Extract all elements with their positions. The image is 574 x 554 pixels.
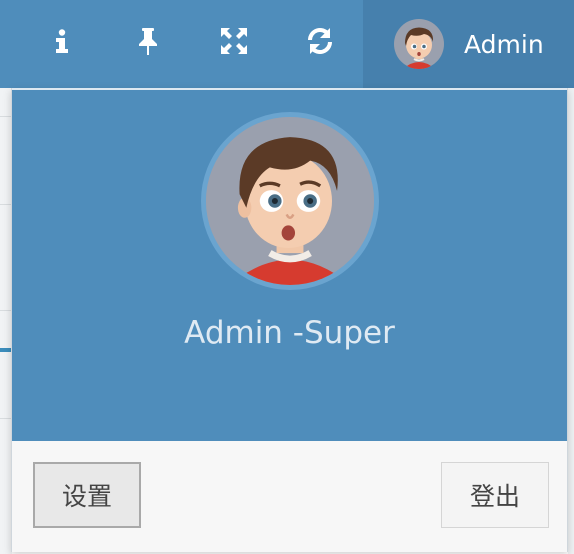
fullscreen-icon[interactable] [208, 18, 260, 64]
user-header: Admin -Super [12, 88, 567, 441]
logout-button[interactable]: 登出 [441, 462, 549, 528]
pin-icon[interactable] [122, 18, 174, 64]
navbar-username: Admin [464, 29, 544, 59]
user-display-name: Admin -Super [184, 315, 395, 351]
settings-button[interactable]: 设置 [33, 462, 141, 528]
user-avatar [201, 112, 379, 290]
user-menu-toggle[interactable]: Admin [363, 0, 574, 88]
navbar-avatar [394, 19, 444, 69]
info-icon[interactable] [36, 18, 88, 64]
background-page-right [568, 88, 574, 554]
top-navbar: Admin [0, 0, 574, 88]
page: Admin Admin -Super 设置 登出 [0, 0, 574, 554]
user-dropdown-menu: Admin -Super 设置 登出 [11, 88, 568, 552]
refresh-icon[interactable] [294, 18, 346, 64]
user-footer: 设置 登出 [12, 441, 567, 552]
